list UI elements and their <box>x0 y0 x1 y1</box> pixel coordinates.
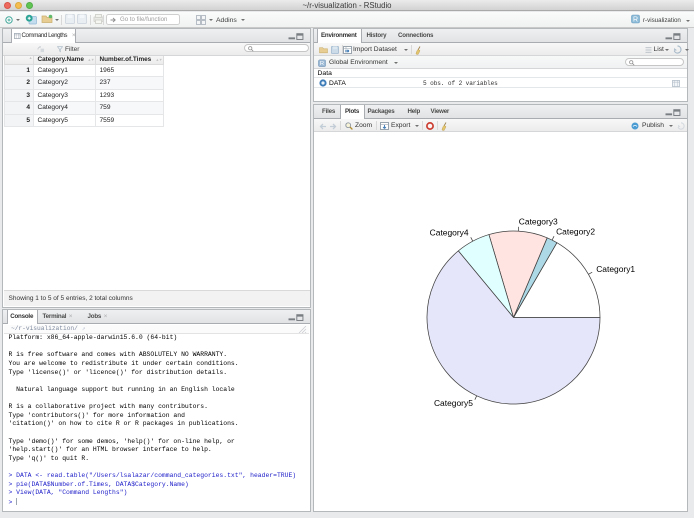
svg-text:Category2: Category2 <box>556 226 595 236</box>
svg-text:R: R <box>633 17 638 24</box>
svg-text:Category1: Category1 <box>596 264 635 274</box>
svg-text:Category3: Category3 <box>519 217 558 227</box>
svg-text:R: R <box>320 61 324 67</box>
svg-text:Category5: Category5 <box>434 398 473 408</box>
svg-text:Category4: Category4 <box>430 228 469 238</box>
